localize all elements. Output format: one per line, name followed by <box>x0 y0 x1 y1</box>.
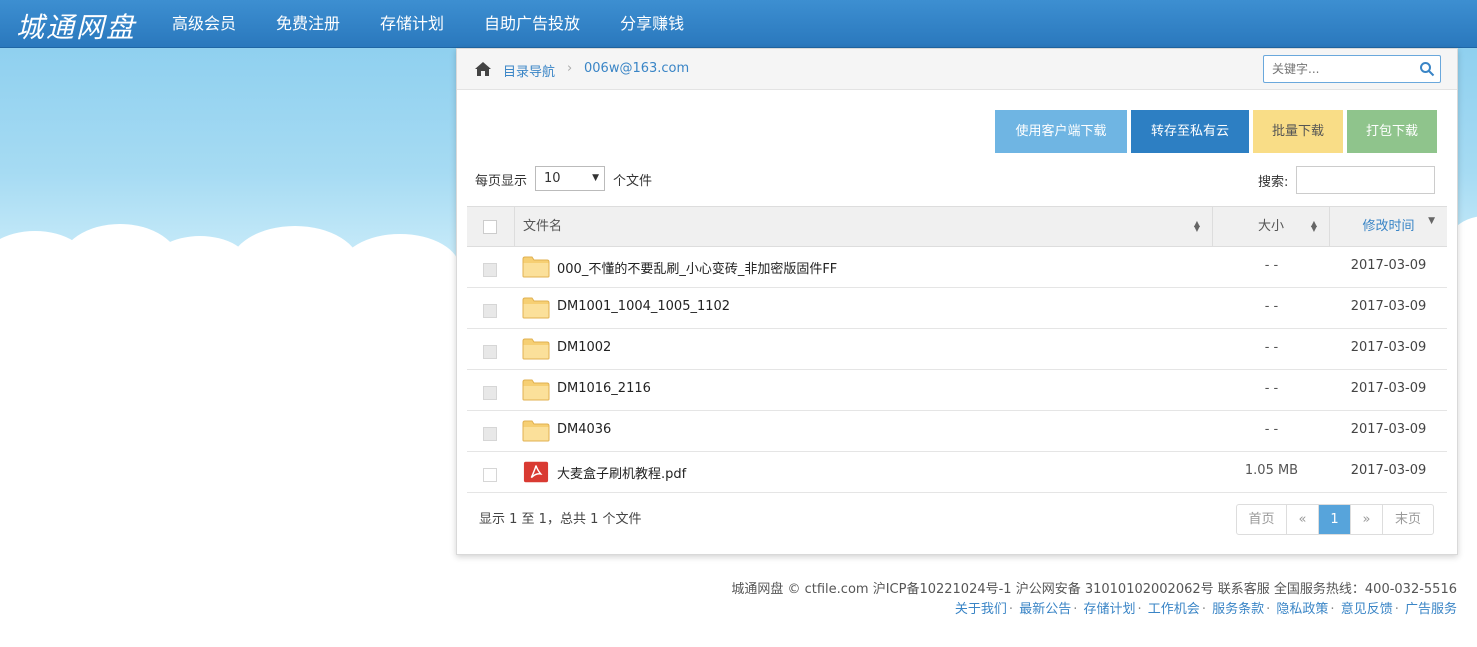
file-date: 2017-03-09 <box>1350 340 1427 355</box>
footer-link-storage-plan[interactable]: 存储计划 <box>1084 602 1136 617</box>
dropdown-arrow-icon: ▼ <box>592 173 599 183</box>
search-icon[interactable] <box>1419 61 1435 77</box>
main-nav: 高级会员 免费注册 存储计划 自助广告投放 分享赚钱 <box>172 0 724 48</box>
footer-link-ads[interactable]: 广告服务 <box>1405 602 1457 617</box>
file-panel: 目录导航 › 006w@163.com 使用客户端下载 转存至私有云 批量下载 … <box>456 48 1458 555</box>
file-size: - - <box>1264 299 1279 314</box>
footer-link-news[interactable]: 最新公告 <box>1019 602 1071 617</box>
column-header-time[interactable]: 修改时间 ▼ <box>1330 207 1447 246</box>
column-header-size[interactable]: 大小 ▲ ▼ <box>1213 207 1330 246</box>
select-all-checkbox[interactable] <box>483 220 497 234</box>
breadcrumb-separator: › <box>567 61 573 76</box>
file-date: 2017-03-09 <box>1350 299 1427 314</box>
nav-item-share-earn[interactable]: 分享赚钱 <box>620 0 684 48</box>
sort-icon: ▲ ▼ <box>1193 219 1200 233</box>
top-nav-bar: 城通网盘 高级会员 免费注册 存储计划 自助广告投放 分享赚钱 <box>0 0 1477 48</box>
column-header-name[interactable]: 文件名 ▲ ▼ <box>515 207 1213 246</box>
file-size: - - <box>1264 422 1279 437</box>
batch-download-button[interactable]: 批量下载 <box>1253 110 1343 153</box>
file-size: 1.05 MB <box>1244 463 1299 478</box>
file-name[interactable]: 大麦盒子刷机教程.pdf <box>557 463 686 482</box>
home-icon[interactable] <box>474 61 492 77</box>
file-date: 2017-03-09 <box>1350 463 1427 478</box>
table-row[interactable]: DM1016_2116 - - 2017-03-09 <box>467 370 1447 411</box>
table-search-input[interactable] <box>1296 166 1435 194</box>
footer-link-feedback[interactable]: 意见反馈 <box>1341 602 1393 617</box>
file-name[interactable]: DM1001_1004_1005_1102 <box>557 299 730 314</box>
pack-download-button[interactable]: 打包下载 <box>1347 110 1437 153</box>
nav-item-storage-plan[interactable]: 存储计划 <box>380 0 444 48</box>
page-prev-button[interactable]: « <box>1287 505 1319 534</box>
row-checkbox[interactable] <box>483 427 497 441</box>
file-size: - - <box>1264 381 1279 396</box>
file-name[interactable]: DM1016_2116 <box>557 381 651 396</box>
footer-info: 城通网盘 © ctfile.com 沪ICP备10221024号-1 沪公网安备… <box>731 582 1457 597</box>
table-search-label: 搜索: <box>1258 175 1289 190</box>
table-row[interactable]: DM4036 - - 2017-03-09 <box>467 411 1447 452</box>
footer-link-about[interactable]: 关于我们 <box>955 602 1007 617</box>
page-last-button[interactable]: 末页 <box>1383 505 1433 534</box>
file-name[interactable]: DM1002 <box>557 340 611 355</box>
per-page-select[interactable]: 10 ▼ <box>535 166 605 191</box>
table-row[interactable]: 大麦盒子刷机教程.pdf 1.05 MB 2017-03-09 <box>467 452 1447 493</box>
page-current-button[interactable]: 1 <box>1319 505 1351 534</box>
file-size: - - <box>1264 340 1279 355</box>
table-header: 文件名 ▲ ▼ 大小 ▲ ▼ 修改时间 ▼ <box>467 206 1447 247</box>
table-row[interactable]: DM1001_1004_1005_1102 - - 2017-03-09 <box>467 288 1447 329</box>
folder-icon <box>522 338 550 360</box>
table-row[interactable]: 000_不懂的不要乱刷_小心变砖_非加密版固件FF - - 2017-03-09 <box>467 247 1447 288</box>
keyword-search <box>1263 55 1441 83</box>
sort-desc-icon: ▼ <box>1428 216 1435 226</box>
table-summary: 显示 1 至 1，总共 1 个文件 <box>479 512 642 527</box>
file-table: 文件名 ▲ ▼ 大小 ▲ ▼ 修改时间 ▼ 000_不懂的不要乱刷_小心变砖_非加密… <box>467 206 1447 493</box>
footer-link-jobs[interactable]: 工作机会 <box>1148 602 1200 617</box>
per-page-value: 10 <box>544 171 561 186</box>
table-row[interactable]: DM1002 - - 2017-03-09 <box>467 329 1447 370</box>
sort-icon: ▲ ▼ <box>1310 219 1317 233</box>
breadcrumb-root[interactable]: 目录导航 <box>503 61 555 80</box>
row-checkbox[interactable] <box>483 468 497 482</box>
per-page-suffix: 个文件 <box>613 174 653 189</box>
client-download-button[interactable]: 使用客户端下载 <box>995 110 1127 153</box>
folder-icon <box>522 420 550 442</box>
page-first-button[interactable]: 首页 <box>1237 505 1287 534</box>
file-date: 2017-03-09 <box>1350 258 1427 273</box>
file-size: - - <box>1264 258 1279 273</box>
file-name[interactable]: 000_不懂的不要乱刷_小心变砖_非加密版固件FF <box>557 258 837 277</box>
keyword-search-input[interactable] <box>1264 56 1414 82</box>
pagination: 首页 « 1 » 末页 <box>1236 504 1434 535</box>
pdf-icon <box>523 461 549 483</box>
per-page-label: 每页显示 <box>475 174 528 189</box>
site-logo[interactable]: 城通网盘 <box>16 6 136 46</box>
footer-link-privacy[interactable]: 隐私政策 <box>1276 602 1328 617</box>
footer-links: 关于我们 · 最新公告 · 存储计划 · 工作机会 · 服务条款 · 隐私政策 · 意见反馈… <box>954 602 1457 617</box>
save-to-private-cloud-button[interactable]: 转存至私有云 <box>1131 110 1249 153</box>
page-next-button[interactable]: » <box>1351 505 1383 534</box>
folder-icon <box>522 379 550 401</box>
file-date: 2017-03-09 <box>1350 422 1427 437</box>
breadcrumb: 目录导航 › 006w@163.com <box>457 49 1457 90</box>
folder-icon <box>522 256 550 278</box>
folder-icon <box>522 297 550 319</box>
row-checkbox[interactable] <box>483 304 497 318</box>
nav-item-ads[interactable]: 自助广告投放 <box>484 0 580 48</box>
row-checkbox[interactable] <box>483 345 497 359</box>
file-date: 2017-03-09 <box>1350 381 1427 396</box>
row-checkbox[interactable] <box>483 263 497 277</box>
footer-link-terms[interactable]: 服务条款 <box>1212 602 1264 617</box>
nav-item-register[interactable]: 免费注册 <box>276 0 340 48</box>
breadcrumb-current[interactable]: 006w@163.com <box>584 61 689 76</box>
row-checkbox[interactable] <box>483 386 497 400</box>
nav-item-vip[interactable]: 高级会员 <box>172 0 236 48</box>
file-name[interactable]: DM4036 <box>557 422 611 437</box>
